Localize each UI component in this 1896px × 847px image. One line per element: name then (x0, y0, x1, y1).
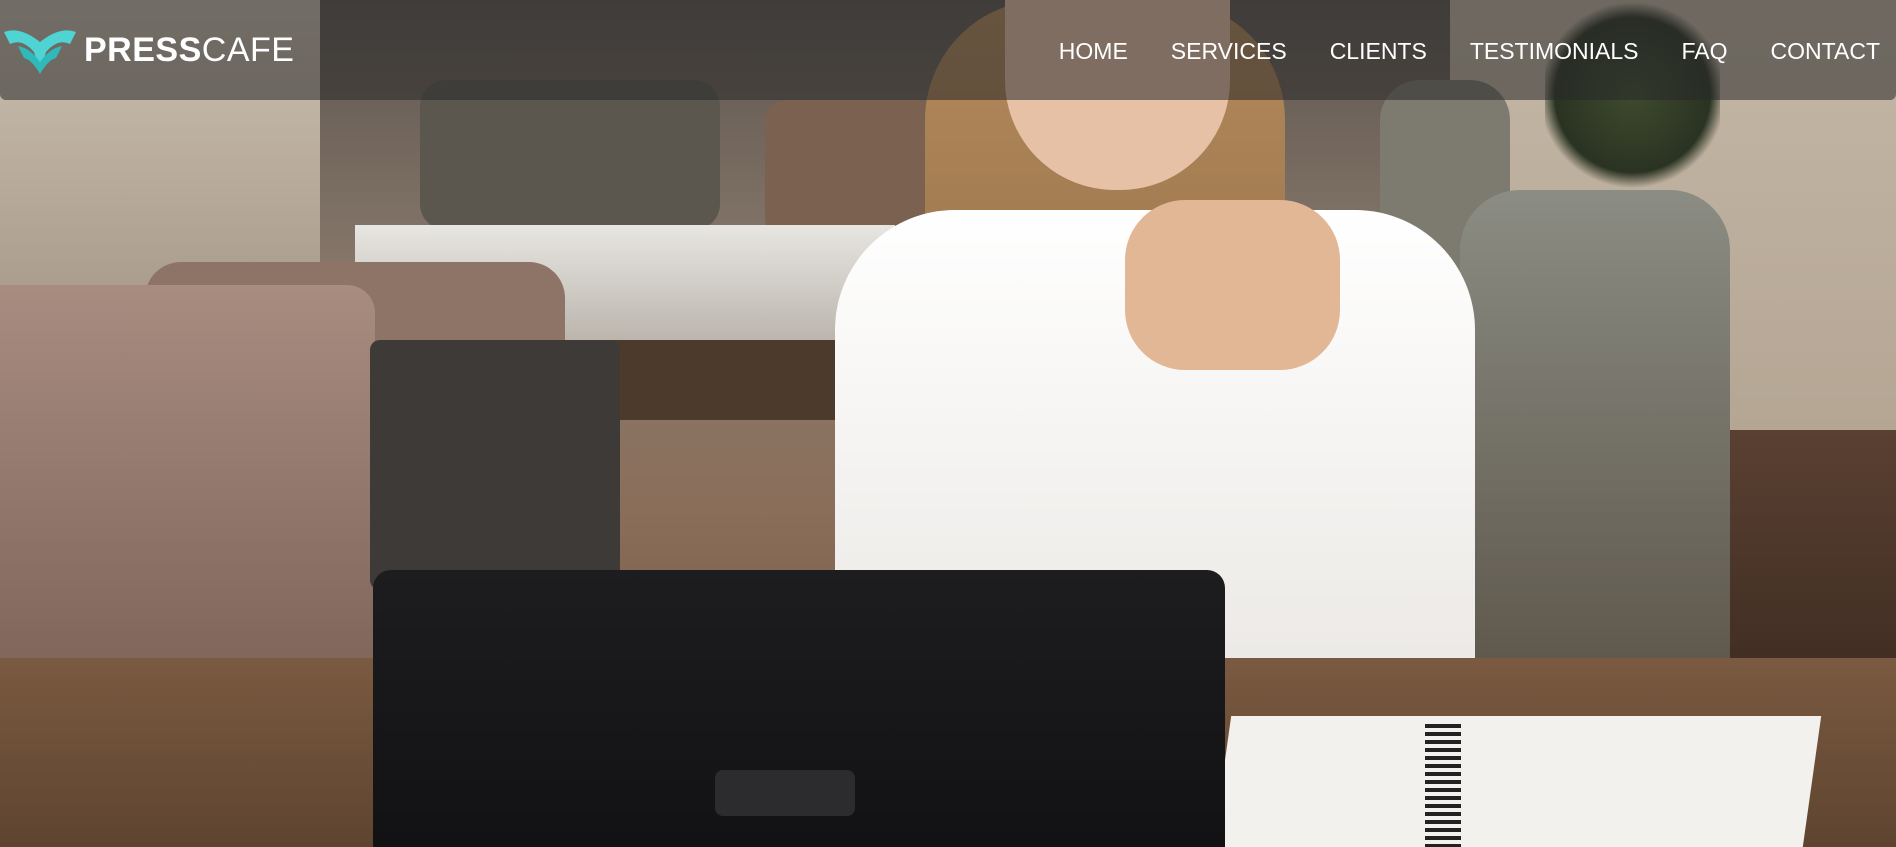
nav-home[interactable]: HOME (1059, 34, 1128, 68)
main-nav: HOME SERVICES CLIENTS TESTIMONIALS FAQ C… (1016, 34, 1880, 68)
brand-name-bold: PRESS (84, 31, 202, 69)
armchair (0, 285, 375, 685)
armchair (1460, 190, 1730, 710)
nav-contact[interactable]: CONTACT (1771, 34, 1880, 68)
nav-clients[interactable]: CLIENTS (1330, 34, 1427, 68)
background-chair (420, 80, 720, 230)
cushion (370, 340, 620, 590)
notebook (1212, 716, 1822, 847)
brand-logo-link[interactable]: PRESSCAFE (0, 22, 294, 78)
navbar: PRESSCAFE HOME SERVICES CLIENTS TESTIMON… (0, 0, 1896, 100)
laptop-logo (715, 770, 855, 816)
nav-testimonials[interactable]: TESTIMONIALS (1470, 34, 1639, 68)
person-hands (1125, 200, 1340, 370)
brand-name-light: CAFE (201, 31, 295, 69)
hero-photo (0, 0, 1896, 847)
nav-faq[interactable]: FAQ (1682, 34, 1728, 68)
press-cafe-logo-icon (4, 30, 76, 74)
brand-name: PRESSCAFE (84, 33, 294, 67)
notebook-spiral (1425, 724, 1461, 847)
nav-services[interactable]: SERVICES (1171, 34, 1287, 68)
